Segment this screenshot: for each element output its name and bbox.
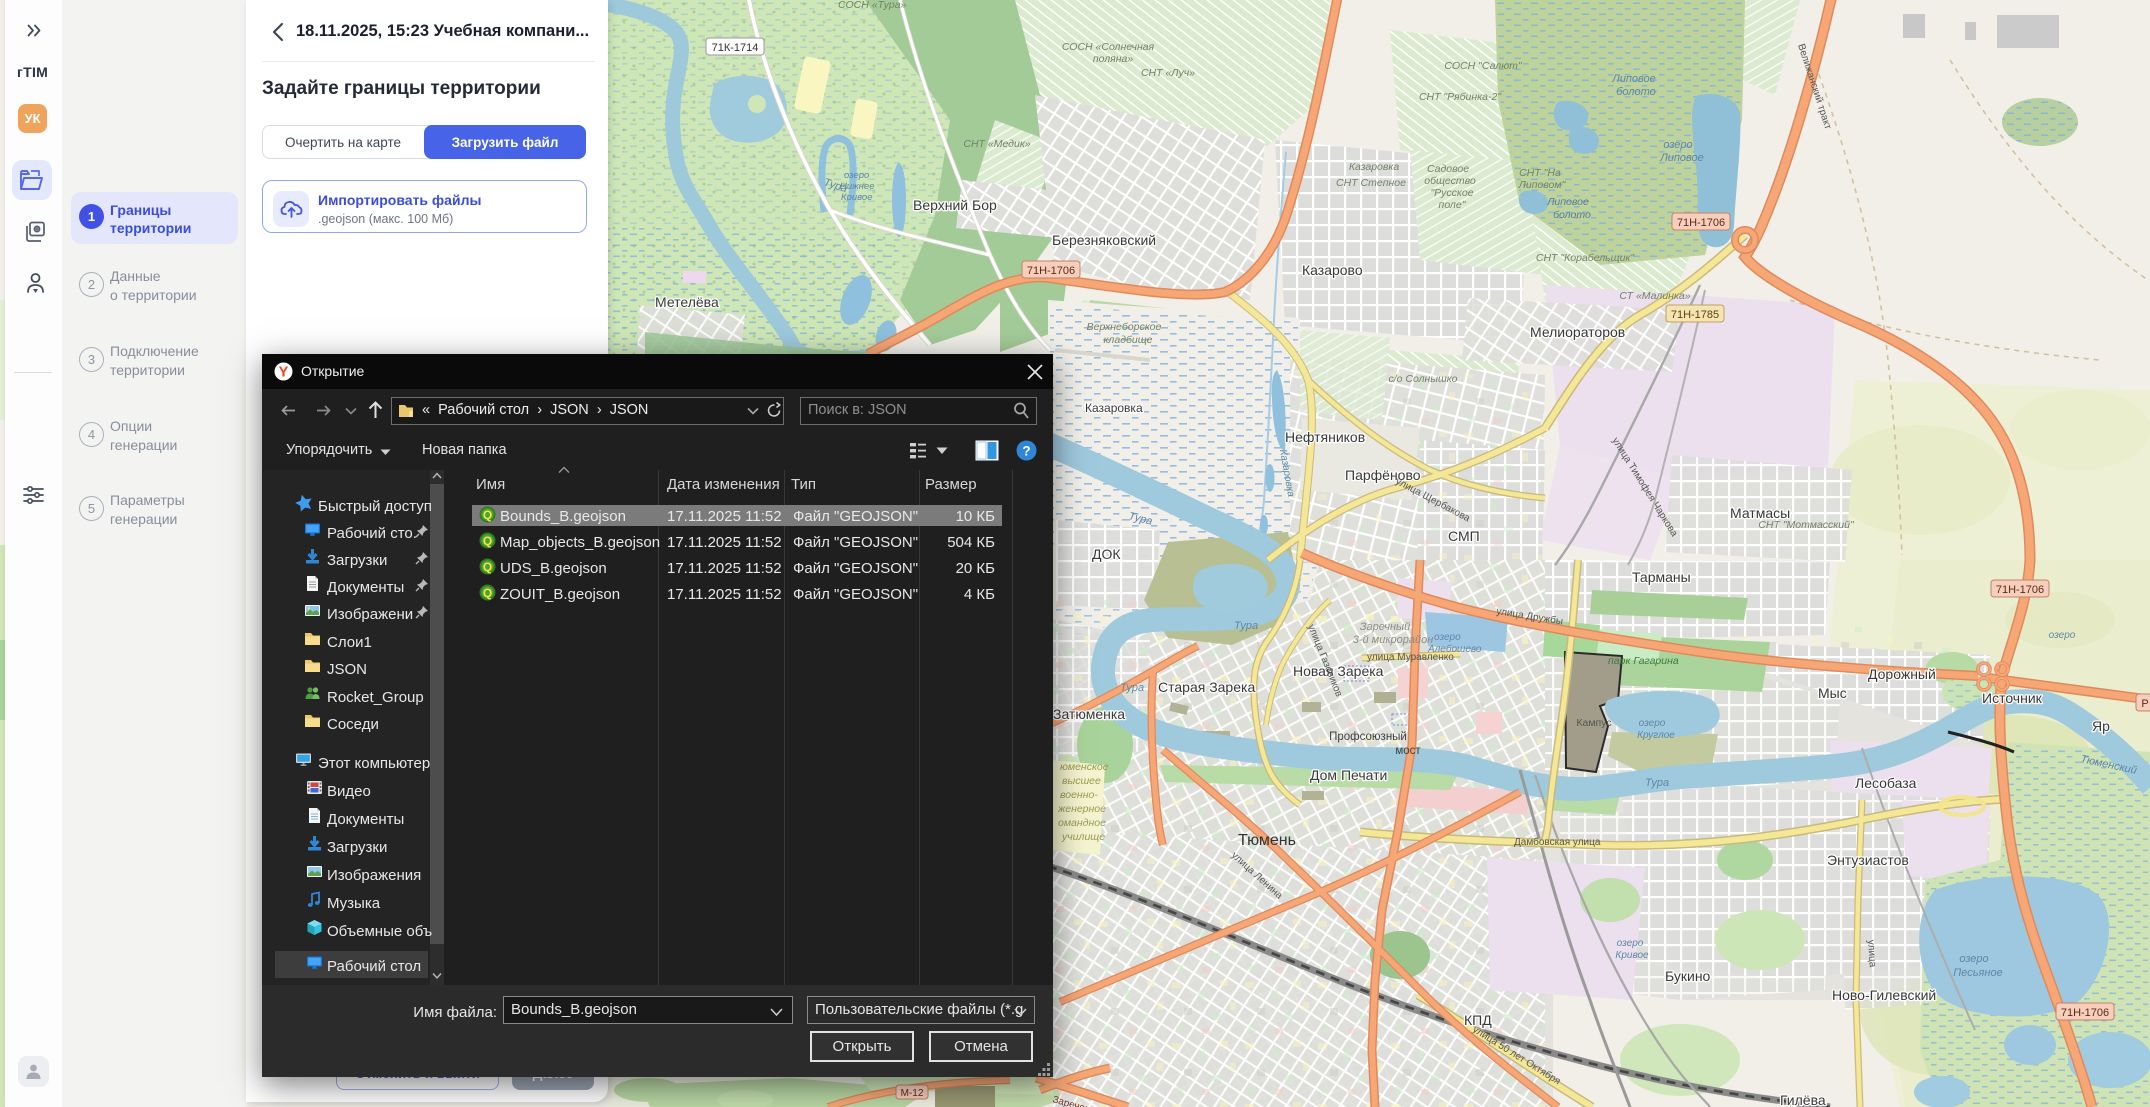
svg-text:СНТ "На: СНТ "На bbox=[1519, 167, 1561, 179]
svg-text:мост: мост bbox=[1395, 745, 1421, 757]
svg-text:Тарманы: Тарманы bbox=[1632, 569, 1691, 585]
svg-text:3-й микрорайон: 3-й микрорайон bbox=[1353, 634, 1434, 646]
svg-text:поляна»: поляна» bbox=[1093, 53, 1134, 65]
svg-text:СОСН «Тура»: СОСН «Тура» bbox=[838, 0, 907, 11]
svg-text:СНТ «Луч»: СНТ «Луч» bbox=[1141, 67, 1195, 79]
svg-text:Букино: Букино bbox=[1665, 968, 1711, 984]
svg-text:Казарово: Казарово bbox=[1302, 262, 1363, 278]
svg-text:Затюменка: Затюменка bbox=[1053, 706, 1125, 722]
svg-text:Тура: Тура bbox=[1120, 682, 1144, 694]
svg-text:Лесобаза: Лесобаза bbox=[1855, 775, 1917, 791]
svg-text:Заречный: Заречный bbox=[1360, 621, 1410, 633]
svg-text:Верхнеборское: Верхнеборское bbox=[1087, 321, 1162, 333]
svg-text:кладбище: кладбище bbox=[1103, 334, 1152, 346]
svg-text:СНТ "Мотмасский": СНТ "Мотмасский" bbox=[1758, 519, 1855, 531]
svg-text:Нефтяников: Нефтяников bbox=[1285, 429, 1365, 445]
svg-text:Липовое: Липовое bbox=[1659, 152, 1704, 164]
svg-text:юменское: юменское bbox=[1060, 761, 1109, 773]
svg-text:Липовое: Липовое bbox=[1611, 73, 1656, 85]
svg-text:женерное: женерное bbox=[1057, 803, 1106, 815]
svg-text:Энтузиастов: Энтузиастов bbox=[1827, 852, 1909, 868]
svg-text:СНТ "Рябинка-2": СНТ "Рябинка-2" bbox=[1419, 91, 1502, 103]
svg-text:озеро: озеро bbox=[1639, 718, 1666, 729]
svg-text:Нижнее: Нижнее bbox=[840, 181, 874, 192]
svg-text:поле": поле" bbox=[1439, 199, 1467, 211]
svg-text:?: ? bbox=[1022, 443, 1030, 458]
svg-text:Кривое: Кривое bbox=[1615, 950, 1649, 961]
svg-text:71Н-1706: 71Н-1706 bbox=[2061, 1007, 2109, 1019]
svg-text:Источник: Источник bbox=[1982, 690, 2043, 706]
svg-text:71К-1714: 71К-1714 bbox=[712, 42, 759, 54]
svg-text:71Н-1706: 71Н-1706 bbox=[1027, 265, 1075, 277]
svg-text:Садовое: Садовое bbox=[1427, 163, 1469, 175]
svg-text:Y: Y bbox=[279, 365, 289, 381]
svg-text:военно-: военно- bbox=[1060, 789, 1098, 801]
svg-text:Липовое: Липовое bbox=[1546, 196, 1589, 208]
svg-text:болото: болото bbox=[1616, 86, 1656, 98]
svg-text:Липовом": Липовом" bbox=[1518, 179, 1567, 191]
svg-text:Казаровка: Казаровка bbox=[1349, 161, 1400, 173]
svg-text:парк Гагарина: парк Гагарина bbox=[1608, 655, 1679, 667]
svg-text:СНТ «Медик»: СНТ «Медик» bbox=[963, 138, 1030, 150]
svg-text:Старая Зарека: Старая Зарека bbox=[1158, 679, 1255, 695]
svg-text:71Н-1706: 71Н-1706 bbox=[1677, 217, 1725, 229]
svg-text:озеро: озеро bbox=[1959, 953, 1988, 965]
svg-text:Казаровка: Казаровка bbox=[1085, 401, 1143, 415]
svg-text:СТ «Малинка»: СТ «Малинка» bbox=[1619, 290, 1690, 302]
svg-text:Метелёва: Метелёва bbox=[655, 294, 719, 310]
svg-text:озеро: озеро bbox=[1617, 938, 1644, 949]
svg-text:Дом Печати: Дом Печати bbox=[1310, 767, 1387, 783]
svg-text:СОСН "Салют": СОСН "Салют" bbox=[1444, 60, 1522, 72]
svg-text:Дорожный: Дорожный bbox=[1868, 666, 1936, 682]
svg-text:Тура: Тура bbox=[1645, 777, 1669, 789]
svg-text:болото: болото bbox=[1553, 209, 1591, 221]
svg-text:Верхний Бор: Верхний Бор bbox=[913, 197, 997, 213]
svg-text:озеро: озеро bbox=[2049, 630, 2076, 641]
svg-text:Мыс: Мыс bbox=[1818, 685, 1847, 701]
svg-text:училище: училище bbox=[1061, 831, 1105, 843]
svg-text:СМП: СМП bbox=[1448, 528, 1480, 544]
svg-text:71Н-1706: 71Н-1706 bbox=[1996, 584, 2044, 596]
svg-text:ДОК: ДОК bbox=[1092, 546, 1121, 562]
svg-text:Гилёва: Гилёва bbox=[1780, 1092, 1826, 1107]
svg-text:Березняковский: Березняковский bbox=[1052, 232, 1156, 248]
svg-text:Круглое: Круглое bbox=[1637, 730, 1675, 741]
svg-text:с/о Солнышко: с/о Солнышко bbox=[1388, 373, 1457, 385]
svg-text:Новая Зарека: Новая Зарека bbox=[1293, 663, 1384, 679]
svg-text:М-12: М-12 bbox=[901, 1088, 924, 1099]
svg-text:улица: улица bbox=[1865, 939, 1878, 968]
svg-text:улица Муравленко: улица Муравленко bbox=[1367, 652, 1454, 663]
svg-text:СНТ "Корабельщик": СНТ "Корабельщик" bbox=[1536, 252, 1636, 264]
svg-text:Тура: Тура bbox=[1234, 620, 1258, 632]
svg-text:Р: Р bbox=[2141, 698, 2148, 710]
svg-text:СНТ Степное: СНТ Степное bbox=[1336, 177, 1406, 189]
svg-text:Тюмень: Тюмень bbox=[1238, 832, 1296, 849]
svg-text:Песьяное: Песьяное bbox=[1953, 967, 2002, 979]
svg-text:Кампус: Кампус bbox=[1576, 717, 1611, 729]
svg-text:Дамбовская улица: Дамбовская улица bbox=[1514, 836, 1601, 848]
svg-text:озеро: озеро bbox=[1434, 632, 1461, 643]
svg-text:Мелиораторов: Мелиораторов bbox=[1530, 324, 1625, 340]
svg-text:омандное: омандное bbox=[1058, 817, 1106, 829]
svg-text:озеро: озеро bbox=[1663, 139, 1692, 151]
svg-text:высшее: высшее bbox=[1062, 775, 1101, 787]
svg-text:Ново-Гилевский: Ново-Гилевский bbox=[1832, 987, 1936, 1003]
svg-text:СОСН «Солнечная: СОСН «Солнечная bbox=[1062, 41, 1155, 53]
svg-text:озеро: озеро bbox=[844, 170, 869, 181]
svg-text:Кривое: Кривое bbox=[841, 192, 872, 203]
svg-text:"Русское: "Русское bbox=[1430, 187, 1473, 199]
svg-text:общество: общество bbox=[1424, 175, 1476, 187]
svg-text:Яр: Яр bbox=[2092, 718, 2110, 734]
svg-text:Профсоюзный: Профсоюзный bbox=[1329, 731, 1407, 743]
svg-text:71Н-1785: 71Н-1785 bbox=[1671, 309, 1719, 321]
